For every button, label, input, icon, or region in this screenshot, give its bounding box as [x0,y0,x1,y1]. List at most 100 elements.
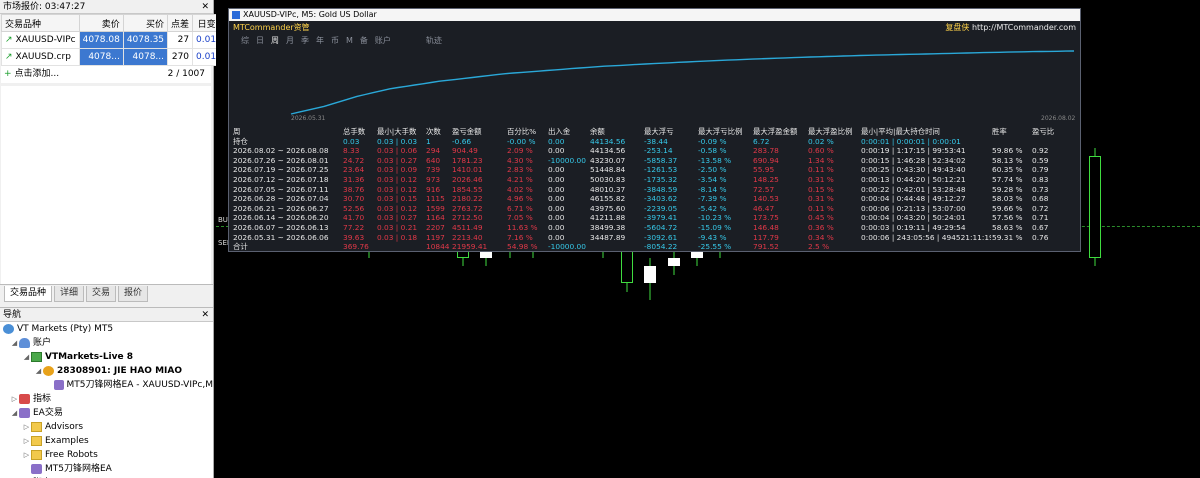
column-header: 最大浮亏比例 [698,127,743,136]
week-cell: 59.86 % [992,146,1023,156]
week-cell: 2.83 % [507,165,533,175]
week-cell: 0.92 [1032,146,1049,156]
total-cell [1031,242,1077,252]
nav-item-experts[interactable]: ◢ EA交易 [0,406,213,420]
week-row[interactable]: 2026.06.21 ~ 2026.06.27 52.56 0.03 | 0.12 1… [232,204,1077,214]
column-header: 最大浮盈比例 [808,127,853,136]
tab-quarter[interactable]: 季 [301,34,309,47]
week-cell: 2026.06.07 ~ 2026.06.13 [233,222,329,232]
nav-item-examples[interactable]: ▷ Examples [0,434,213,448]
tab-currency[interactable]: 币 [331,34,339,47]
column-header[interactable]: 点差 [167,14,194,32]
week-cell: 0:00:04 | 0:43:20 | 50:24:01 [861,213,966,223]
nav-item-indicators[interactable]: ▷ 指标 [0,392,213,406]
week-row[interactable]: 2026.06.07 ~ 2026.06.13 77.22 0.03 | 0.21 2… [232,223,1077,233]
week-cell: 2026.46 [452,174,483,184]
add-symbol-row[interactable]: + 点击添加... 2 / 1007 [1,66,211,83]
account-icon [43,366,54,376]
week-row[interactable]: 2026.07.26 ~ 2026.08.01 24.72 0.03 | 0.27 6… [232,156,1077,166]
nav-item-label: 账户 [33,338,52,348]
chevron-right-icon[interactable]: ▷ [22,448,31,462]
tab-day[interactable]: 日 [256,34,264,47]
week-cell: -9.43 % [698,232,727,242]
mtcommander-report-window[interactable]: XAUUSD-VIPc, M5: Gold US Dollar MTComman… [228,8,1081,252]
symbol-row[interactable]: ↗ XAUUSD-VIPc 4078.08 4078.35 27 0.01% [1,31,229,49]
column-header[interactable]: 卖价 [78,14,124,32]
chevron-down-icon[interactable]: ◢ [22,350,31,364]
expert-icon [54,380,64,390]
user-icon [19,338,30,348]
nav-item-broker[interactable]: VT Markets (Pty) MT5 [0,322,213,336]
nav-item-label: MT5刀锋网格EA [45,464,112,474]
ask-cell: 4078... [122,48,169,66]
chevron-down-icon[interactable]: ◢ [10,336,19,350]
chevron-down-icon[interactable]: ◢ [34,364,43,378]
tab-track[interactable]: 轨迹 [426,34,442,47]
close-icon[interactable]: ✕ [201,0,209,13]
tab-month[interactable]: 月 [286,34,294,47]
week-cell: -10000.00 [548,155,586,165]
tab-note[interactable]: 备 [360,34,368,47]
nav-item-server[interactable]: ◢ VTMarkets-Live 8 [0,350,213,364]
tab-account[interactable]: 账户 [375,34,391,47]
tab-ticks[interactable]: 报价 [118,286,149,302]
symbol-name: XAUUSD-VIPc [15,35,76,45]
nav-item-running-ea[interactable]: MT5刀锋网格EA - XAUUSD-VIPc,M [0,378,213,392]
week-cell: -5.42 % [698,203,727,213]
column-header: 次数 [426,127,441,136]
week-row[interactable]: 2026.06.14 ~ 2026.06.20 41.70 0.03 | 0.27 1… [232,213,1077,223]
nav-item-label: 指标 [33,394,52,404]
week-row[interactable]: 2026.05.31 ~ 2026.06.06 39.63 0.03 | 0.18 1… [232,233,1077,243]
chevron-right-icon[interactable]: ▷ [22,420,31,434]
week-cell: 640 [426,155,441,165]
week-cell: 8.33 [343,146,360,156]
week-cell: -0.58 % [698,146,727,156]
tab-magic[interactable]: M [346,34,353,47]
week-cell: 2712.50 [452,213,483,223]
chevron-down-icon[interactable]: ◢ [10,406,19,420]
week-cell: 59.66 % [992,203,1023,213]
nav-item-advisors[interactable]: ▷ Advisors [0,420,213,434]
tab-summary[interactable]: 综 [241,34,249,47]
nav-item-account[interactable]: ◢ 28308901: JIE HAO MIAO [0,364,213,378]
week-cell: 0.03 | 0.09 [377,165,418,175]
week-cell: -3979.41 [644,213,678,223]
close-icon[interactable]: ✕ [201,308,209,321]
column-header[interactable]: 买价 [122,14,169,32]
site-url[interactable]: http://MTCommander.com [972,23,1076,32]
chevron-right-icon[interactable]: ▷ [22,434,31,448]
week-row[interactable]: 2026.06.28 ~ 2026.07.04 30.70 0.03 | 0.15 1… [232,194,1077,204]
report-window-title: XAUUSD-VIPc, M5: Gold US Dollar [243,10,377,19]
nav-item-free-robots[interactable]: ▷ Free Robots [0,448,213,462]
week-cell: -10.23 % [698,213,732,223]
week-cell: 58.13 % [992,155,1023,165]
week-cell: 50030.83 [590,174,626,184]
chevron-right-icon[interactable]: ▷ [10,392,19,406]
tab-symbols[interactable]: 交易品种 [4,286,53,302]
week-row[interactable]: 2026.07.05 ~ 2026.07.11 38.76 0.03 | 0.12 9… [232,185,1077,195]
week-cell: -5604.72 [644,222,678,232]
holding-row[interactable]: 持仓 0.03 0.03 | 0.03 1 -0.66 -0.00 % 0.00 44134.… [232,137,1077,147]
nav-item-accounts[interactable]: ◢ 账户 [0,336,213,350]
week-cell: 0.79 [1032,165,1049,175]
symbol-row[interactable]: ↗ XAUUSD.crp 4078... 4078... 270 0.01% [1,48,229,66]
report-window-titlebar[interactable]: XAUUSD-VIPc, M5: Gold US Dollar [229,9,1080,21]
tab-week[interactable]: 周 [271,34,279,47]
week-cell: 2026.07.12 ~ 2026.07.18 [233,174,329,184]
week-cell: 0.03 | 0.27 [377,155,418,165]
tab-trading[interactable]: 交易 [86,286,117,302]
column-header: 周 [233,127,241,136]
week-cell: 4.02 % [507,184,533,194]
tab-details[interactable]: 详细 [54,286,85,302]
week-cell: 0.76 [1032,232,1049,242]
column-header[interactable]: 交易品种 [1,14,80,32]
tab-year[interactable]: 年 [316,34,324,47]
week-row[interactable]: 2026.07.12 ~ 2026.07.18 31.36 0.03 | 0.12 9… [232,175,1077,185]
week-cell: 2026.06.14 ~ 2026.06.20 [233,213,329,223]
week-cell: 0.34 % [808,232,834,242]
week-row[interactable]: 2026.07.19 ~ 2026.07.25 23.64 0.03 | 0.09 7… [232,165,1077,175]
week-cell: 4511.49 [452,222,483,232]
nav-item-grid-ea[interactable]: MT5刀锋网格EA [0,462,213,476]
week-row[interactable]: 2026.08.02 ~ 2026.08.08 8.33 0.03 | 0.06 29… [232,146,1077,156]
total-cell [376,242,425,252]
